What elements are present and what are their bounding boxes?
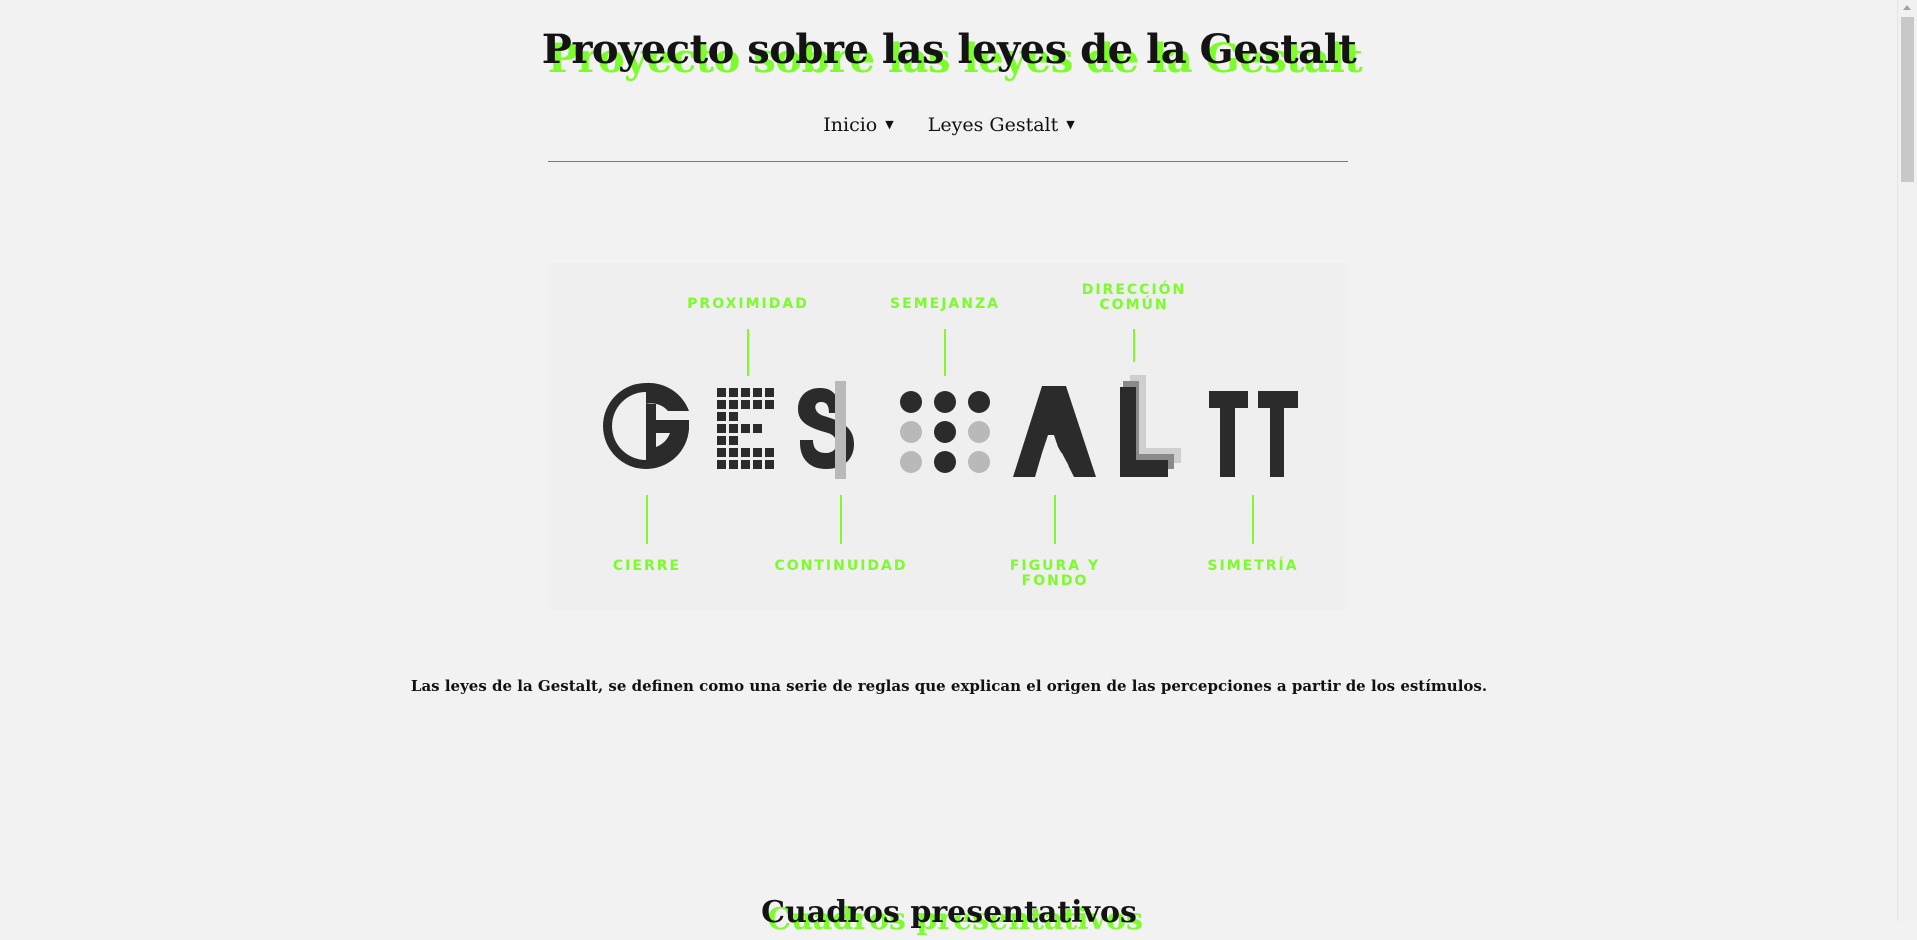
main-nav: Inicio ▼ Leyes Gestalt ▼ bbox=[0, 114, 1898, 136]
vertical-scrollbar[interactable] bbox=[1897, 0, 1917, 921]
gestalt-illustration: PROXIMIDAD SEMEJANZA DIRECCIÓN COMÚN CIE… bbox=[603, 280, 1298, 589]
nav-item-label: Inicio bbox=[823, 114, 878, 136]
gestalt-hero-image: PROXIMIDAD SEMEJANZA DIRECCIÓN COMÚN CIE… bbox=[548, 263, 1348, 610]
intro-paragraph: Las leyes de la Gestalt, se definen como… bbox=[410, 677, 1488, 695]
section-header: Cuadros presentativos Cuadros presentati… bbox=[0, 893, 1898, 937]
caret-down-icon: ▼ bbox=[1066, 118, 1075, 131]
section-title-text: Cuadros presentativos bbox=[761, 895, 1137, 930]
letter-l bbox=[1120, 375, 1181, 477]
letter-g bbox=[603, 382, 689, 470]
letter-s bbox=[798, 381, 854, 479]
nav-item-inicio[interactable]: Inicio ▼ bbox=[823, 114, 893, 136]
label-direccion-1: DIRECCIÓN bbox=[1082, 280, 1187, 298]
letter-e bbox=[717, 388, 774, 469]
label-direccion-2: COMÚN bbox=[1099, 295, 1168, 313]
page-title: Proyecto sobre las leyes de la Gestalt P… bbox=[541, 22, 1363, 82]
label-cierre: CIERRE bbox=[613, 558, 681, 574]
scrollbar-thumb[interactable] bbox=[1901, 17, 1914, 182]
page-header: Proyecto sobre las leyes de la Gestalt P… bbox=[0, 22, 1898, 82]
label-figura-2: FONDO bbox=[1022, 573, 1089, 589]
page-title-text: Proyecto sobre las leyes de la Gestalt bbox=[541, 26, 1357, 73]
letter-a bbox=[1013, 386, 1096, 477]
label-proximidad: PROXIMIDAD bbox=[687, 296, 809, 312]
letter-t-dots bbox=[900, 391, 990, 473]
header-divider bbox=[548, 161, 1348, 162]
nav-item-label: Leyes Gestalt bbox=[927, 114, 1059, 136]
section-title: Cuadros presentativos Cuadros presentati… bbox=[761, 893, 1143, 937]
label-simetria: SIMETRÍA bbox=[1207, 557, 1298, 574]
label-continuidad: CONTINUIDAD bbox=[774, 558, 907, 574]
label-figura-1: FIGURA Y bbox=[1010, 558, 1100, 574]
caret-down-icon: ▼ bbox=[885, 118, 894, 131]
scroll-up-icon[interactable] bbox=[1903, 5, 1911, 10]
letter-t bbox=[1209, 391, 1298, 477]
label-semejanza: SEMEJANZA bbox=[890, 296, 1000, 312]
nav-item-leyes-gestalt[interactable]: Leyes Gestalt ▼ bbox=[928, 114, 1075, 136]
